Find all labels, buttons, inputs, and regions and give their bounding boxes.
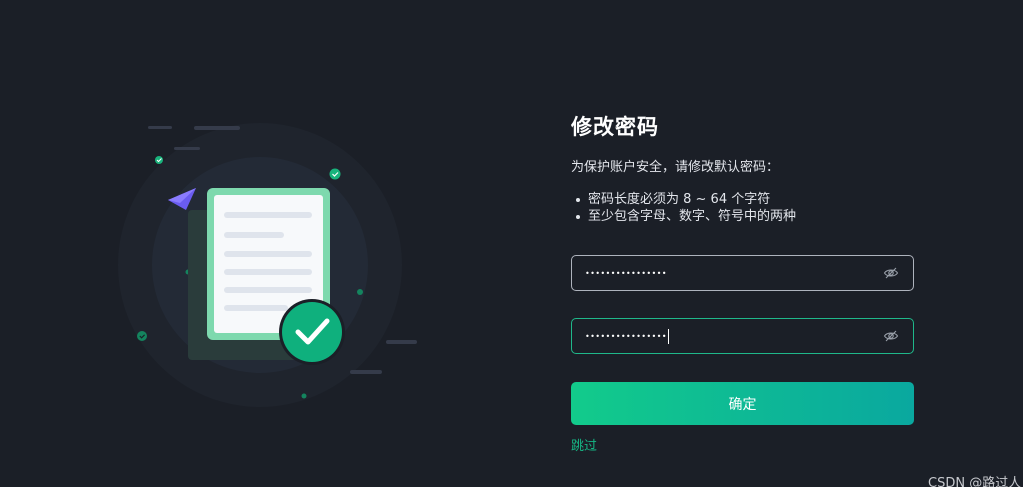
speed-line-icon bbox=[148, 126, 172, 129]
instruction-text: 为保护账户安全，请修改默认密码： bbox=[571, 160, 780, 175]
confirm-button[interactable]: 确定 bbox=[571, 382, 914, 425]
page-title: 修改密码 bbox=[571, 115, 659, 139]
watermark-text: CSDN @路过人 bbox=[928, 476, 1022, 487]
speed-line-icon bbox=[174, 147, 200, 150]
password-rules-list: 密码长度必须为 8 ~ 64 个字符 至少包含字母、数字、符号中的两种 bbox=[571, 191, 914, 225]
confirm-password-input[interactable]: •••••••••••••••• bbox=[572, 328, 883, 344]
speed-line-icon bbox=[350, 370, 382, 374]
change-password-form: 修改密码 为保护账户安全，请修改默认密码： 密码长度必须为 8 ~ 64 个字符… bbox=[571, 110, 914, 454]
password-rule-charset: 至少包含字母、数字、符号中的两种 bbox=[571, 208, 914, 225]
speed-line-icon bbox=[194, 126, 240, 130]
success-check-icon bbox=[279, 299, 345, 365]
password-rule-length: 密码长度必须为 8 ~ 64 个字符 bbox=[571, 191, 914, 208]
confirm-password-value: •••••••••••••••• bbox=[585, 331, 667, 341]
eye-hidden-icon[interactable] bbox=[883, 265, 899, 281]
change-password-page: 修改密码 为保护账户安全，请修改默认密码： 密码长度必须为 8 ~ 64 个字符… bbox=[0, 0, 1023, 487]
small-check-icon bbox=[137, 331, 147, 341]
dot-icon bbox=[357, 289, 363, 295]
new-password-value[interactable]: •••••••••••••••• bbox=[572, 269, 883, 278]
eye-hidden-icon[interactable] bbox=[883, 328, 899, 344]
speed-line-icon bbox=[386, 340, 417, 344]
small-check-icon bbox=[155, 156, 163, 164]
skip-link[interactable]: 跳过 bbox=[571, 435, 597, 454]
new-password-field[interactable]: •••••••••••••••• bbox=[571, 255, 914, 291]
confirm-password-field[interactable]: •••••••••••••••• bbox=[571, 318, 914, 354]
text-caret bbox=[667, 328, 669, 344]
dot-icon bbox=[301, 393, 307, 399]
document-success-illustration bbox=[100, 110, 440, 420]
small-check-icon bbox=[329, 168, 341, 180]
